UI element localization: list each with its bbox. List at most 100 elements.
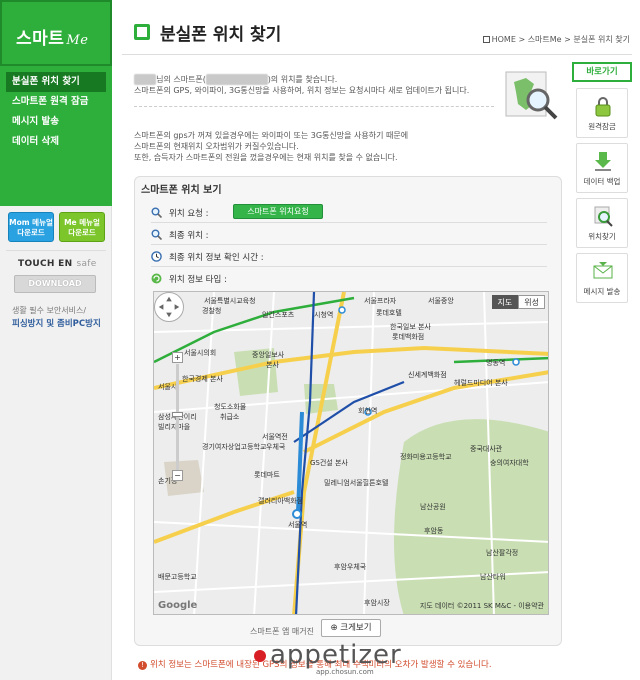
touchen-download-button[interactable]: DOWNLOAD	[14, 275, 96, 293]
clock-icon	[151, 251, 162, 262]
zoom-track[interactable]	[176, 364, 179, 470]
quick-data-backup-button[interactable]: 데이터 백업	[576, 143, 628, 193]
side-nav: 분실폰 위치 찾기 스마트폰 원격 잠금 메시지 발송 데이터 삭제	[0, 66, 112, 206]
info-label: 위치 요청 :	[169, 209, 209, 219]
panel-title: 스마트폰 위치 보기	[141, 185, 222, 196]
zoom-in-button[interactable]: +	[172, 352, 183, 363]
note-line: 또한, 습득자가 스마트폰의 전원을 껐을경우에는 현재 위치를 찾을 수 없습…	[134, 153, 398, 162]
pan-control-icon[interactable]	[154, 292, 184, 322]
mom-manual-download-button[interactable]: Mom 메뉴얼 다운로드	[8, 212, 54, 242]
map-label: 헤럴드미디어 본사	[454, 379, 508, 387]
map-type-toggle: 지도 위성	[491, 295, 545, 309]
touchen-note: 생활 필수 보안서비스/	[12, 306, 87, 315]
map-label: 남산공원	[420, 503, 446, 511]
map-label: 배문고등학교	[158, 573, 197, 581]
map-label: 밀레니엄서울힐튼호텔	[324, 479, 389, 487]
touchen-safe-box: TOUCH EN safe DOWNLOAD 생활 필수 보안서비스/ 피싱방지 …	[6, 250, 106, 330]
breadcrumb-separator: >	[564, 35, 571, 44]
map-label: 남산팔각정	[486, 549, 519, 557]
watermark-logo: appetizer	[270, 640, 402, 670]
magnifier-icon	[151, 207, 162, 218]
me-manual-download-label: 다운로드	[68, 228, 96, 237]
map-label: 남산타워	[480, 573, 506, 581]
nav-item-delete-data[interactable]: 데이터 삭제	[0, 132, 112, 152]
me-manual-download-button[interactable]: Me 메뉴얼 다운로드	[59, 212, 105, 242]
map-label: 서울중앙	[428, 297, 454, 305]
touchen-link[interactable]: 피싱방지 및 좀비PC방지	[12, 317, 101, 329]
header-divider	[122, 54, 632, 55]
map-label: 시청역	[314, 311, 334, 319]
map-label: 경기여자상업고등학교	[202, 443, 267, 451]
map-label: 중앙일보사	[252, 351, 285, 359]
map-label: GS건설 본사	[310, 459, 348, 467]
magnifier-icon	[594, 206, 613, 227]
zoom-control: + −	[172, 352, 183, 482]
map-label: 후암동	[424, 527, 444, 535]
map-copyright[interactable]: 지도 데이터 ©2011 SK M&C - 이용약관	[420, 601, 544, 611]
quick-find-location-button[interactable]: 위치찾기	[576, 198, 628, 248]
map-label: 정화미용고등학교	[400, 453, 452, 461]
map-label: 중국대사관	[470, 445, 503, 453]
map-label: 한국일보 본사	[390, 323, 431, 331]
map-label: 갤러리아백화점	[258, 497, 304, 505]
map-label: 롯데마트	[254, 471, 280, 479]
map-type-map-button[interactable]: 지도	[491, 295, 519, 309]
zoom-handle[interactable]	[172, 412, 183, 417]
quick-remote-lock-button[interactable]: 원격잠금	[576, 88, 628, 138]
google-logo: Google	[158, 600, 198, 611]
mom-manual-download-label: 다운로드	[17, 228, 45, 237]
breadcrumb-home[interactable]: HOME	[492, 35, 516, 44]
enlarge-map-button[interactable]: ⊕ 크게보기	[321, 619, 381, 637]
location-map[interactable]: 서울특별시교육청 경찰청 일간스포츠 시청역 서울프라자 롯데호텔 서울중앙 롯…	[153, 291, 549, 615]
map-label: 청도소화물	[214, 403, 247, 411]
quick-item-label: 원격잠금	[588, 122, 616, 131]
map-label: 서울특별시교육청	[204, 297, 256, 305]
intro-line-2: 스마트폰의 GPS, 와이파이, 3G통신망을 사용하여, 위치 정보는 요청시…	[134, 86, 470, 95]
magnifier-icon	[151, 229, 162, 240]
watermark-caption: 스마트폰 앱 매거진	[250, 627, 314, 636]
map-label: 서울역	[288, 521, 308, 529]
nav-item-find-location[interactable]: 분실폰 위치 찾기	[6, 72, 106, 92]
quick-item-label: 데이터 백업	[583, 177, 621, 186]
zoom-out-button[interactable]: −	[172, 470, 183, 481]
map-label: 본사	[266, 361, 279, 369]
sidebar: 스마트 Me 분실폰 위치 찾기 스마트폰 원격 잠금 메시지 발송 데이터 삭제…	[0, 0, 112, 680]
map-label: 신세계백화점	[408, 371, 447, 379]
nav-item-send-message[interactable]: 메시지 발송	[0, 112, 112, 132]
intro-text: 홍길동님의 스마트폰(010-0000-0000)의 위치를 찾습니다. 스마트…	[134, 74, 504, 96]
watermark-dot-icon	[254, 650, 266, 662]
watermark-url: app.chosun.com	[316, 668, 374, 676]
magnifier-icon: ⊕	[330, 623, 338, 633]
mom-manual-label: Mom 메뉴얼	[9, 218, 53, 227]
map-label: 서울프라자	[364, 297, 397, 305]
map-label: 일간스포츠	[262, 311, 295, 319]
warning-icon: !	[138, 661, 147, 670]
request-location-button[interactable]: 스마트폰 위치요청	[233, 204, 323, 219]
map-magnifier-illustration	[505, 71, 558, 120]
me-manual-label: Me 메뉴얼	[64, 218, 100, 227]
nav-item-remote-lock[interactable]: 스마트폰 원격 잠금	[0, 92, 112, 112]
map-label: 숭의여자대학	[490, 459, 529, 467]
map-label: 롯데백화점	[392, 333, 425, 341]
page-title: 분실폰 위치 찾기	[160, 25, 282, 45]
note-line: 스마트폰의 gps가 꺼져 있을경우에는 와이파이 또는 3G통신망을 사용하기…	[134, 131, 409, 140]
map-label: 후암우체국	[334, 563, 367, 571]
map-type-satellite-button[interactable]: 위성	[518, 295, 545, 309]
notes: 스마트폰의 gps가 꺼져 있을경우에는 와이파이 또는 3G통신망을 사용하기…	[134, 130, 534, 163]
map-label: 우체국	[266, 443, 286, 451]
info-row-check-time: 최종 위치 정보 확인 시간 :	[151, 247, 547, 267]
quick-menu-title: 바로가기	[572, 62, 632, 82]
quick-item-label: 메시지 발송	[583, 287, 621, 296]
intro-divider	[134, 106, 494, 107]
map-label: 명동역	[486, 359, 506, 367]
logo-box[interactable]: 스마트 Me	[0, 0, 112, 66]
quick-send-message-button[interactable]: 메시지 발송	[576, 253, 628, 303]
breadcrumb-smartme[interactable]: 스마트Me	[528, 35, 562, 44]
home-icon	[482, 36, 490, 43]
refresh-icon	[151, 273, 162, 284]
site-logo[interactable]: 스마트 Me	[16, 24, 88, 49]
quick-item-label: 위치찾기	[588, 232, 616, 241]
map-label: 롯데호텔	[376, 309, 402, 317]
info-row-last-location: 최종 위치 :	[151, 225, 547, 245]
blurred-username: 홍길동	[134, 74, 157, 85]
